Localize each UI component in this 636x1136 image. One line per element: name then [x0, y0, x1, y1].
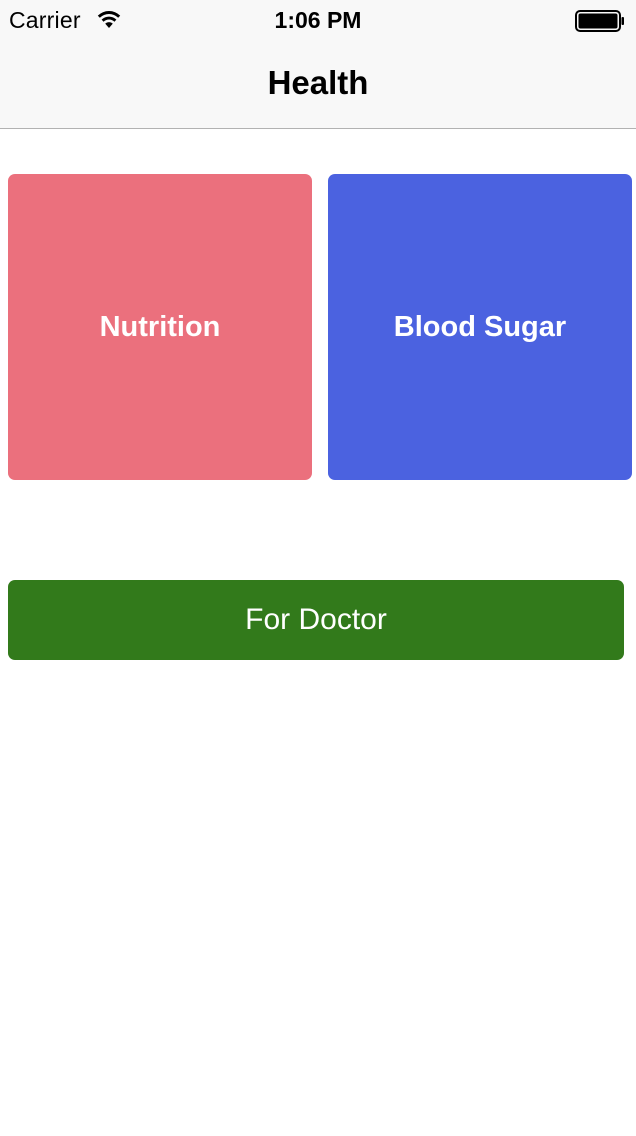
page-title: Health [267, 64, 369, 101]
navigation-bar: Health [0, 40, 636, 129]
status-time: 1:06 PM [274, 7, 362, 33]
status-bar: Carrier 1:06 PM [0, 0, 636, 40]
for-doctor-label: For Doctor [245, 603, 387, 636]
app-screen: Carrier 1:06 PM Health Nutrition Blood S… [0, 0, 636, 1136]
nutrition-label: Nutrition [99, 310, 221, 343]
battery-icon [575, 10, 624, 32]
for-doctor-button[interactable]: For Doctor [8, 580, 624, 660]
blood-sugar-label: Blood Sugar [393, 310, 567, 343]
nutrition-button[interactable]: Nutrition [8, 174, 312, 480]
blood-sugar-button[interactable]: Blood Sugar [328, 174, 632, 480]
